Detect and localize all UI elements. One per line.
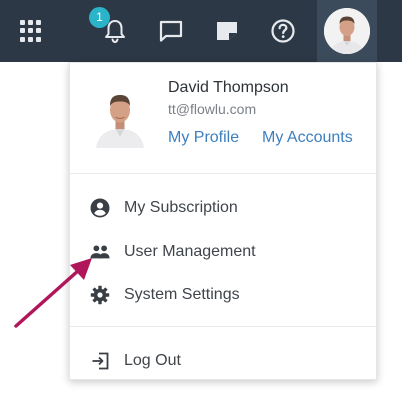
top-navigation-bar: 1 xyxy=(0,0,402,62)
account-circle-icon xyxy=(90,198,110,218)
user-menu-dropdown: David Thompson tt@flowlu.com My Profile … xyxy=(69,62,377,380)
menu-item-log-out[interactable]: Log Out xyxy=(70,343,376,379)
help-icon[interactable] xyxy=(266,14,300,48)
menu-item-label: Log Out xyxy=(124,352,181,369)
logout-icon xyxy=(90,351,110,371)
chat-icon[interactable] xyxy=(154,14,188,48)
user-avatar-button[interactable] xyxy=(317,0,377,62)
note-icon[interactable] xyxy=(210,14,244,48)
apps-grid-icon[interactable] xyxy=(20,20,42,42)
my-profile-link[interactable]: My Profile xyxy=(168,129,239,147)
notification-count-badge: 1 xyxy=(89,7,110,28)
divider xyxy=(70,173,376,174)
menu-item-user-management[interactable]: User Management xyxy=(70,234,376,270)
menu-item-system-settings[interactable]: System Settings xyxy=(70,277,376,313)
user-name: David Thompson xyxy=(168,79,289,96)
gear-icon xyxy=(90,285,110,305)
divider xyxy=(70,326,376,327)
menu-item-label: User Management xyxy=(124,243,256,260)
menu-item-my-subscription[interactable]: My Subscription xyxy=(70,190,376,226)
users-icon xyxy=(90,242,110,262)
my-accounts-link[interactable]: My Accounts xyxy=(262,129,353,147)
profile-photo xyxy=(92,84,148,148)
avatar xyxy=(324,8,370,54)
user-email: tt@flowlu.com xyxy=(168,101,257,117)
menu-item-label: System Settings xyxy=(124,286,240,303)
menu-item-label: My Subscription xyxy=(124,199,238,216)
